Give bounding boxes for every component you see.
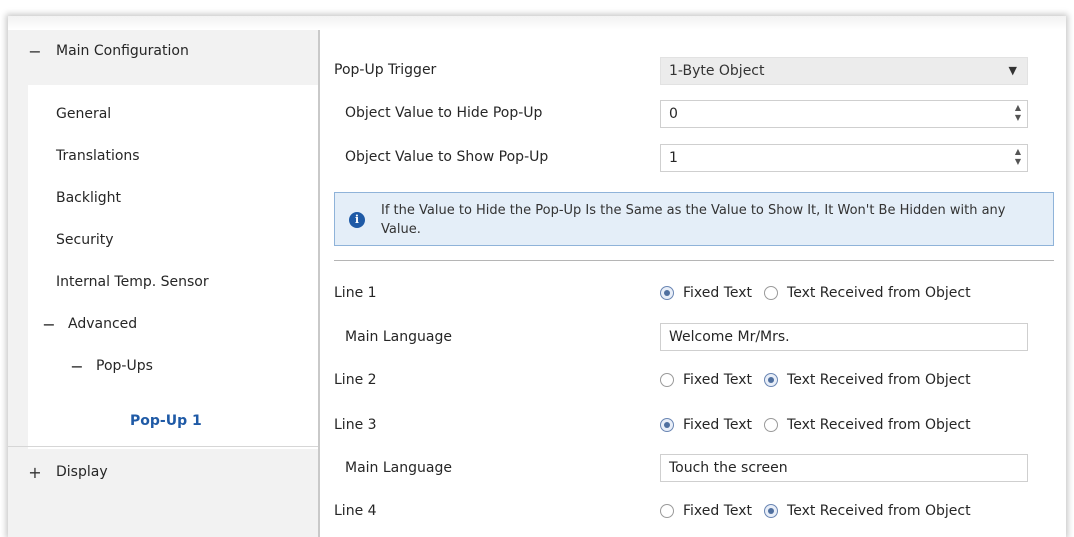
popup-trigger-dropdown[interactable]: 1-Byte Object ▼: [660, 57, 1028, 85]
info-text: If the Value to Hide the Pop-Up Is the S…: [381, 203, 1006, 237]
line-1-label: Line 1: [334, 285, 377, 301]
sidebar-item-general[interactable]: General: [56, 93, 111, 135]
hide-value-label: Object Value to Hide Pop-Up: [345, 105, 543, 121]
sidebar: − Main Configuration General Translation…: [8, 30, 320, 537]
radio-unselected-icon[interactable]: [660, 373, 674, 387]
line-3-row: Line 3 Fixed Text Text Received from Obj…: [334, 408, 1054, 442]
sidebar-group-main-configuration[interactable]: − Main Configuration: [8, 30, 318, 72]
radio-fixed-text[interactable]: Fixed Text: [660, 503, 752, 519]
sidebar-item-label: Advanced: [68, 316, 138, 332]
spin-arrows-icon[interactable]: ▲ ▼: [1015, 147, 1021, 167]
window: − Main Configuration General Translation…: [8, 16, 1066, 537]
radio-unselected-icon[interactable]: [660, 504, 674, 518]
sidebar-item-popups[interactable]: − Pop-Ups: [70, 345, 153, 387]
line-4-radio-group: Fixed Text Text Received from Object: [660, 494, 983, 528]
main-language-label: Main Language: [345, 329, 452, 345]
radio-label: Text Received from Object: [787, 417, 971, 433]
radio-label: Fixed Text: [683, 372, 753, 388]
spin-arrows-icon[interactable]: ▲ ▼: [1015, 103, 1021, 123]
sidebar-item-label-selected: Pop-Up 1: [130, 413, 202, 429]
sidebar-item-label: Translations: [56, 148, 140, 164]
window-top-shade: [8, 16, 1066, 30]
show-value-label: Object Value to Show Pop-Up: [345, 149, 549, 165]
radio-label: Text Received from Object: [787, 285, 971, 301]
line-1-text-input[interactable]: Welcome Mr/Mrs.: [660, 323, 1028, 351]
radio-selected-icon[interactable]: [660, 418, 674, 432]
sidebar-item-label: Security: [56, 232, 114, 248]
info-icon: i: [349, 212, 365, 228]
radio-fixed-text[interactable]: Fixed Text: [660, 372, 752, 388]
radio-label: Text Received from Object: [787, 503, 971, 519]
line-1-row: Line 1 Fixed Text Text Received from Obj…: [334, 276, 1054, 310]
sidebar-item-popup-1[interactable]: Pop-Up 1: [90, 400, 320, 442]
sidebar-item-internal-temp-sensor[interactable]: Internal Temp. Sensor: [56, 261, 209, 303]
sidebar-item-label: Pop-Ups: [96, 358, 153, 374]
line-2-label: Line 2: [334, 372, 377, 388]
sidebar-item-translations[interactable]: Translations: [56, 135, 140, 177]
radio-text-from-object[interactable]: Text Received from Object: [764, 285, 971, 301]
radio-selected-icon[interactable]: [764, 504, 779, 518]
input-value: Touch the screen: [669, 460, 788, 476]
show-value-stepper[interactable]: 1 ▲ ▼: [660, 144, 1028, 172]
sidebar-group-label: Main Configuration: [56, 43, 189, 59]
line-1-language-row: Main Language Welcome Mr/Mrs.: [334, 320, 1054, 354]
radio-text-from-object[interactable]: Text Received from Object: [764, 372, 971, 388]
line-3-text-input[interactable]: Touch the screen: [660, 454, 1028, 482]
radio-label: Fixed Text: [683, 285, 753, 301]
sidebar-item-label: Backlight: [56, 190, 122, 206]
line-3-radio-group: Fixed Text Text Received from Object: [660, 408, 983, 442]
line-1-radio-group: Fixed Text Text Received from Object: [660, 276, 983, 310]
hide-value-stepper[interactable]: 0 ▲ ▼: [660, 100, 1028, 128]
input-value: Welcome Mr/Mrs.: [669, 329, 790, 345]
chevron-down-icon[interactable]: ▼: [1009, 58, 1017, 84]
popup-trigger-row: Pop-Up Trigger 1-Byte Object ▼: [334, 53, 1054, 87]
radio-label: Fixed Text: [683, 417, 753, 433]
sidebar-group-display[interactable]: + Display: [8, 451, 318, 493]
show-value-row: Object Value to Show Pop-Up 1 ▲ ▼: [334, 140, 1054, 174]
stepper-value: 1: [669, 150, 678, 166]
section-divider: [334, 260, 1054, 261]
line-2-row: Line 2 Fixed Text Text Received from Obj…: [334, 363, 1054, 397]
collapse-icon[interactable]: −: [26, 42, 44, 61]
line-4-row: Line 4 Fixed Text Text Received from Obj…: [334, 494, 1054, 528]
sidebar-item-label: General: [56, 106, 112, 122]
sidebar-item-advanced[interactable]: − Advanced: [42, 303, 137, 345]
parameter-panel: Pop-Up Trigger 1-Byte Object ▼ Object Va…: [320, 30, 1066, 537]
line-3-label: Line 3: [334, 417, 377, 433]
sidebar-item-backlight[interactable]: Backlight: [56, 177, 121, 219]
sidebar-group-label: Display: [56, 464, 108, 480]
sidebar-divider: [8, 446, 318, 447]
expand-icon[interactable]: +: [26, 463, 44, 482]
radio-text-from-object[interactable]: Text Received from Object: [764, 417, 971, 433]
popup-trigger-label: Pop-Up Trigger: [334, 62, 437, 78]
main-language-label: Main Language: [345, 460, 452, 476]
radio-label: Fixed Text: [683, 503, 753, 519]
line-3-language-row: Main Language Touch the screen: [334, 451, 1054, 485]
hide-value-row: Object Value to Hide Pop-Up 0 ▲ ▼: [334, 96, 1054, 130]
line-2-radio-group: Fixed Text Text Received from Object: [660, 363, 983, 397]
radio-selected-icon[interactable]: [764, 373, 779, 387]
radio-fixed-text[interactable]: Fixed Text: [660, 285, 752, 301]
stepper-value: 0: [669, 106, 678, 122]
radio-fixed-text[interactable]: Fixed Text: [660, 417, 752, 433]
collapse-icon[interactable]: −: [42, 315, 56, 334]
dropdown-value: 1-Byte Object: [669, 63, 765, 79]
info-message: i If the Value to Hide the Pop-Up Is the…: [334, 192, 1054, 246]
radio-text-from-object[interactable]: Text Received from Object: [764, 503, 971, 519]
radio-selected-icon[interactable]: [660, 286, 674, 300]
sidebar-item-security[interactable]: Security: [56, 219, 114, 261]
radio-label: Text Received from Object: [787, 372, 971, 388]
line-4-label: Line 4: [334, 503, 377, 519]
sidebar-item-label: Internal Temp. Sensor: [56, 274, 209, 290]
collapse-icon[interactable]: −: [70, 357, 84, 376]
radio-unselected-icon[interactable]: [764, 286, 779, 300]
radio-unselected-icon[interactable]: [764, 418, 779, 432]
